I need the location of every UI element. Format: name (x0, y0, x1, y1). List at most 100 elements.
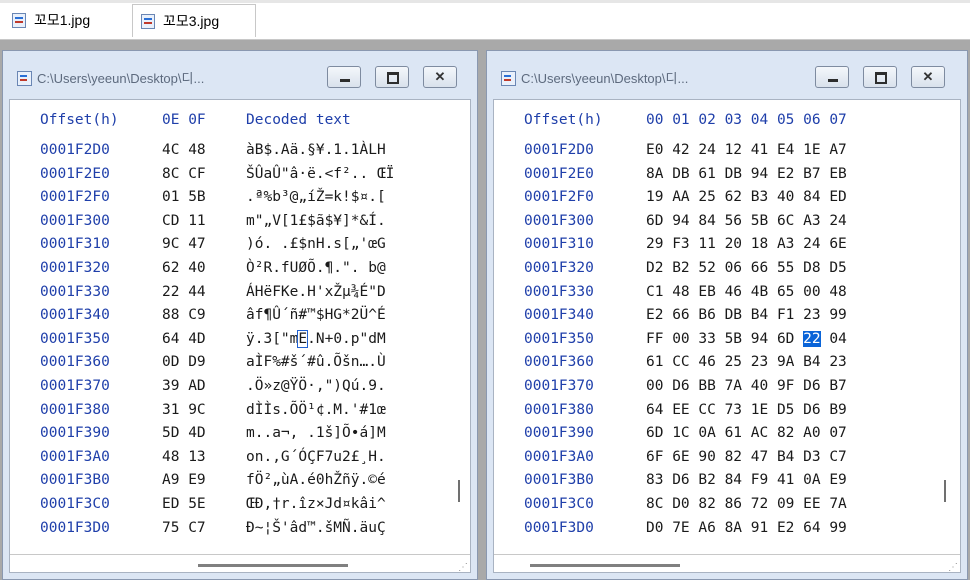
hex-byte-cell[interactable]: C1 48 EB 46 4B 65 00 48 (646, 284, 847, 300)
hex-byte-cell[interactable]: E0 42 24 12 41 E4 1E A7 (646, 142, 847, 158)
hex-view[interactable]: Offset(h) 0E 0F Decoded text 0001F2D0 4C … (9, 99, 471, 573)
scroll-indicator[interactable] (944, 480, 946, 502)
table-row[interactable]: 0001F340 E2 66 B6 DB B4 F1 23 99 (494, 307, 934, 327)
table-row[interactable]: 0001F340 88 C9 âf¶Û´ñ#™$HG*2Ü^É (10, 307, 450, 327)
decoded-text-cell[interactable]: .Ö»z@ŸÖ·,")Qú.9. (246, 378, 386, 394)
hex-byte-cell[interactable]: 5D 4D (162, 425, 206, 441)
hex-byte-cell[interactable]: 29 F3 11 20 18 A3 24 6E (646, 236, 847, 252)
horizontal-scrollbar-thumb[interactable] (530, 564, 680, 567)
table-row[interactable]: 0001F310 29 F3 11 20 18 A3 24 6E (494, 236, 934, 256)
decoded-text-cell[interactable]: fÖ²„ùA.é0hŽñÿ.©é (246, 472, 386, 488)
decoded-text-cell[interactable]: .ª%b³@„íŽ=k!$¤.[ (246, 189, 386, 205)
text-cursor[interactable]: E (297, 329, 309, 348)
hex-byte-cell[interactable]: 00 D6 BB 7A 40 9F D6 B7 (646, 378, 847, 394)
table-row[interactable]: 0001F350 FF 00 33 5B 94 6D 22 04 (494, 330, 934, 351)
hex-byte-cell[interactable]: 61 CC 46 25 23 9A B4 23 (646, 354, 847, 370)
hex-byte-cell[interactable]: 19 AA 25 62 B3 40 84 ED (646, 189, 847, 205)
hex-byte-cell[interactable]: 4C 48 (162, 142, 206, 158)
table-row[interactable]: 0001F330 22 44 ÁHëFKe.H'xŽµ¾É"D (10, 284, 450, 304)
table-row[interactable]: 0001F390 5D 4D m..a¬, .1š]Õ•á]M (10, 425, 450, 445)
resize-grip-icon[interactable]: ⋰ (948, 562, 958, 573)
table-row[interactable]: 0001F3D0 75 C7 Ð~¦Š'âd™.šMÑ.äuÇ (10, 520, 450, 540)
hex-byte-cell[interactable]: E2 66 B6 DB B4 F1 23 99 (646, 307, 847, 323)
decoded-text-cell[interactable]: m"„V[1£$ã$¥]*&Í. (246, 213, 386, 229)
table-row[interactable]: 0001F330 C1 48 EB 46 4B 65 00 48 (494, 284, 934, 304)
table-row[interactable]: 0001F3B0 A9 E9 fÖ²„ùA.é0hŽñÿ.©é (10, 472, 450, 492)
table-row[interactable]: 0001F2E0 8C CF ŠÛaÛ"â·ë.<f².. ŒÏ (10, 166, 450, 186)
hex-view[interactable]: Offset(h) 00 01 02 03 04 05 06 07 0001F2… (493, 99, 961, 573)
decoded-text-cell[interactable]: àB$.Aä.§¥.1.1ÀLH (246, 142, 386, 158)
hex-byte-cell[interactable]: 8A DB 61 DB 94 E2 B7 EB (646, 166, 847, 182)
table-row[interactable]: 0001F370 00 D6 BB 7A 40 9F D6 B7 (494, 378, 934, 398)
hex-byte-cell[interactable]: 64 4D (162, 331, 206, 347)
table-row[interactable]: 0001F2E0 8A DB 61 DB 94 E2 B7 EB (494, 166, 934, 186)
table-row[interactable]: 0001F2F0 01 5B .ª%b³@„íŽ=k!$¤.[ (10, 189, 450, 209)
decoded-text-cell[interactable]: Ð~¦Š'âd™.šMÑ.äuÇ (246, 520, 386, 536)
hex-byte-cell[interactable]: 6F 6E 90 82 47 B4 D3 C7 (646, 449, 847, 465)
decoded-text-cell[interactable]: ÁHëFKe.H'xŽµ¾É"D (246, 284, 386, 300)
hex-byte-cell[interactable]: 8C D0 82 86 72 09 EE 7A (646, 496, 847, 512)
table-row[interactable]: 0001F3A0 48 13 on.,G´ÓÇF7u2£¸H. (10, 449, 450, 469)
decoded-text-cell[interactable]: ŠÛaÛ"â·ë.<f².. ŒÏ (246, 166, 394, 182)
table-row[interactable]: 0001F3C0 ED 5E ŒÐ,†r.îz×Jd¤kâi^ (10, 496, 450, 516)
minimize-button[interactable] (815, 66, 849, 88)
hex-byte-cell[interactable]: 83 D6 B2 84 F9 41 0A E9 (646, 472, 847, 488)
hex-byte-cell[interactable]: 6D 1C 0A 61 AC 82 A0 07 (646, 425, 847, 441)
decoded-text-cell[interactable]: )ó. .£$nH.s[„'œG (246, 236, 386, 252)
hex-byte-cell[interactable]: D0 7E A6 8A 91 E2 64 99 (646, 520, 847, 536)
hex-byte-cell[interactable]: 39 AD (162, 378, 206, 394)
hex-byte-cell[interactable]: 48 13 (162, 449, 206, 465)
table-row[interactable]: 0001F350 64 4D ÿ.3["mE.N+0.p"dM (10, 329, 450, 351)
decoded-text-cell[interactable]: Ò²R.fUØÕ.¶.". b@ (246, 260, 386, 276)
decoded-text-cell[interactable]: âf¶Û´ñ#™$HG*2Ü^É (246, 307, 386, 323)
tab-file-3[interactable]: 꼬모3.jpg (132, 4, 256, 37)
selected-byte[interactable]: 22 (803, 330, 821, 347)
table-row[interactable]: 0001F300 6D 94 84 56 5B 6C A3 24 (494, 213, 934, 233)
resize-grip-icon[interactable]: ⋰ (458, 562, 468, 573)
hex-byte-cell[interactable]: 64 EE CC 73 1E D5 D6 B9 (646, 402, 847, 418)
maximize-button[interactable] (863, 66, 897, 88)
table-row[interactable]: 0001F310 9C 47)ó. .£$nH.s[„'œG (10, 236, 450, 256)
hex-byte-cell[interactable]: CD 11 (162, 213, 206, 229)
window-titlebar[interactable]: C:\Users\yeeun\Desktop\디... ✕ (3, 51, 477, 99)
decoded-text-cell[interactable]: on.,G´ÓÇF7u2£¸H. (246, 449, 386, 465)
hex-byte-cell[interactable]: 8C CF (162, 166, 206, 182)
decoded-text-cell[interactable]: aÌF%#š´#û.Õšn….Ù (246, 354, 386, 370)
hex-byte-cell[interactable]: A9 E9 (162, 472, 206, 488)
hex-byte-cell[interactable]: 9C 47 (162, 236, 206, 252)
hex-byte-cell[interactable]: 22 44 (162, 284, 206, 300)
decoded-text-cell[interactable]: ŒÐ,†r.îz×Jd¤kâi^ (246, 496, 386, 512)
window-titlebar[interactable]: C:\Users\yeeun\Desktop\디... ✕ (487, 51, 967, 99)
table-row[interactable]: 0001F3A0 6F 6E 90 82 47 B4 D3 C7 (494, 449, 934, 469)
hex-byte-cell[interactable]: FF 00 33 5B 94 6D 22 04 (646, 330, 847, 347)
hex-byte-cell[interactable]: 01 5B (162, 189, 206, 205)
minimize-button[interactable] (327, 66, 361, 88)
decoded-text-cell[interactable]: m..a¬, .1š]Õ•á]M (246, 425, 386, 441)
hex-byte-cell[interactable]: 75 C7 (162, 520, 206, 536)
table-row[interactable]: 0001F360 61 CC 46 25 23 9A B4 23 (494, 354, 934, 374)
table-row[interactable]: 0001F390 6D 1C 0A 61 AC 82 A0 07 (494, 425, 934, 445)
tab-file-1[interactable]: 꼬모1.jpg (4, 4, 130, 36)
table-row[interactable]: 0001F380 64 EE CC 73 1E D5 D6 B9 (494, 402, 934, 422)
horizontal-scrollbar-thumb[interactable] (198, 564, 348, 567)
close-button[interactable]: ✕ (423, 66, 457, 88)
table-row[interactable]: 0001F3D0 D0 7E A6 8A 91 E2 64 99 (494, 520, 934, 540)
hex-byte-cell[interactable]: ED 5E (162, 496, 206, 512)
close-button[interactable]: ✕ (911, 66, 945, 88)
decoded-text-cell[interactable]: ÿ.3["mE.N+0.p"dM (246, 329, 386, 348)
table-row[interactable]: 0001F2F0 19 AA 25 62 B3 40 84 ED (494, 189, 934, 209)
table-row[interactable]: 0001F370 39 AD .Ö»z@ŸÖ·,")Qú.9. (10, 378, 450, 398)
table-row[interactable]: 0001F2D0 E0 42 24 12 41 E4 1E A7 (494, 142, 934, 162)
hex-byte-cell[interactable]: 31 9C (162, 402, 206, 418)
table-row[interactable]: 0001F380 31 9C dÌÌs.ÕÖ¹¢.M.'#1œ (10, 402, 450, 422)
table-row[interactable]: 0001F320 D2 B2 52 06 66 55 D8 D5 (494, 260, 934, 280)
hex-byte-cell[interactable]: 62 40 (162, 260, 206, 276)
table-row[interactable]: 0001F2D0 4C 48 àB$.Aä.§¥.1.1ÀLH (10, 142, 450, 162)
table-row[interactable]: 0001F3C0 8C D0 82 86 72 09 EE 7A (494, 496, 934, 516)
decoded-text-cell[interactable]: dÌÌs.ÕÖ¹¢.M.'#1œ (246, 402, 386, 418)
maximize-button[interactable] (375, 66, 409, 88)
hex-byte-cell[interactable]: 88 C9 (162, 307, 206, 323)
hex-byte-cell[interactable]: D2 B2 52 06 66 55 D8 D5 (646, 260, 847, 276)
table-row[interactable]: 0001F320 62 40 Ò²R.fUØÕ.¶.". b@ (10, 260, 450, 280)
table-row[interactable]: 0001F3B0 83 D6 B2 84 F9 41 0A E9 (494, 472, 934, 492)
